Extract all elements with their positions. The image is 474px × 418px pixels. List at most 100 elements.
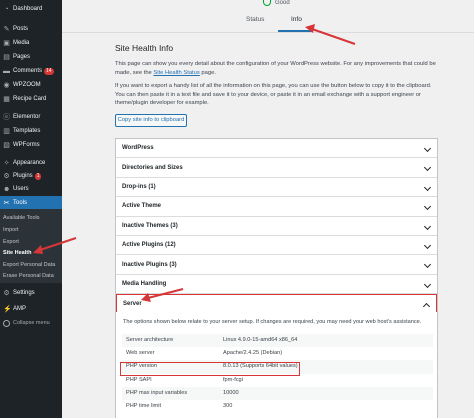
accordion-label: Drop-ins (1) [122, 183, 156, 190]
comments-icon: ▬ [3, 67, 10, 75]
row-key: Server architecture [126, 337, 174, 343]
tab-status[interactable]: Status [246, 16, 264, 23]
plugins-icon: ⚙ [3, 172, 10, 180]
sidebar-item-elementor[interactable]: ⓔ Elementor [0, 110, 62, 124]
sidebar-item-wpzoom[interactable]: ◉ WPZOOM [0, 78, 62, 92]
accordion-media-handling[interactable]: Media Handling [116, 275, 437, 295]
tools-icon: ✂ [3, 199, 10, 207]
sidebar-item-pages[interactable]: ▤ Pages [0, 50, 62, 64]
sidebar-item-plugins[interactable]: ⚙ Plugins 1 [0, 169, 62, 183]
submenu-export-personal-data[interactable]: Export Personal Data [3, 262, 55, 268]
submenu-erase-personal-data[interactable]: Erase Personal Data [3, 273, 54, 279]
sidebar-item-label: Media [13, 40, 30, 46]
sidebar-item-label: Posts [13, 26, 29, 32]
accordion-wordpress[interactable]: WordPress [116, 139, 437, 159]
sidebar-item-label: WPZOOM [13, 82, 41, 88]
row-value: Apache/2.4.25 (Debian) [223, 350, 283, 357]
accordion-inactive-themes[interactable]: Inactive Themes (3) [116, 217, 437, 236]
sidebar-item-label: Tools [13, 200, 28, 206]
submenu-export[interactable]: Export [3, 239, 19, 245]
accordion-active-plugins[interactable]: Active Plugins (12) [116, 236, 437, 256]
accordion-server[interactable]: Server [116, 294, 437, 314]
submenu-site-health[interactable]: Site Health [3, 250, 31, 256]
sidebar-item-label: Recipe Card [13, 96, 47, 102]
accordion-label: WordPress [122, 145, 154, 152]
row-key: PHP max input variables [126, 389, 188, 396]
sidebar-item-label: AMP [13, 306, 27, 312]
accordion-label: Directories and Sizes [122, 164, 183, 171]
sidebar-item-label: WPForms [13, 142, 40, 148]
admin-sidebar: ◔ Dashboard ✎ Posts ▣ Media ▤ Pages ▬ Comment… [0, 0, 62, 418]
wpforms-icon: ▧ [3, 141, 10, 149]
row-key: PHP time limit [126, 402, 162, 409]
intro-paragraph: This page can show you every detail abou… [115, 60, 440, 77]
table-row: PHP max input variables 10000 [122, 386, 433, 400]
row-value: fpm-fcgi [223, 376, 243, 383]
users-icon: ☻ [3, 185, 11, 193]
templates-icon: ▥ [3, 127, 10, 135]
copy-site-info-button[interactable]: Copy site info to clipboard [115, 114, 187, 127]
intro-text-see: see the [132, 69, 152, 76]
sidebar-item-templates[interactable]: ▥ Templates [0, 124, 62, 138]
accordion-directories-and-sizes[interactable]: Directories and Sizes [116, 158, 437, 178]
sidebar-item-label: Plugins [13, 173, 33, 179]
pages-icon: ▤ [3, 53, 10, 61]
sidebar-item-comments[interactable]: ▬ Comments 14 [0, 64, 62, 78]
chevron-down-icon [423, 203, 432, 211]
accordion-drop-ins[interactable]: Drop-ins (1) [116, 178, 437, 198]
collapse-menu-label: Collapse menu [13, 320, 50, 326]
sidebar-item-appearance[interactable]: ✧ Appearance [0, 156, 62, 170]
accordion-label: Media Handling [122, 280, 167, 287]
accordion-label: Inactive Plugins (3) [122, 261, 177, 268]
health-status-circle [263, 0, 271, 6]
app-root: ◔ Dashboard ✎ Posts ▣ Media ▤ Pages ▬ Comment… [0, 0, 474, 418]
recipe-card-icon: ▦ [3, 95, 10, 103]
accordion-label: Active Plugins (12) [122, 242, 176, 249]
health-status-label: Good [275, 0, 290, 6]
amp-icon: ⚡ [3, 305, 12, 313]
submenu-available-tools[interactable]: Available Tools [3, 215, 40, 221]
accordion-active-theme[interactable]: Active Theme [116, 197, 437, 217]
chevron-down-icon [423, 222, 432, 230]
header-divider [62, 32, 474, 33]
settings-icon: ⚙ [3, 289, 10, 297]
sidebar-item-wpforms[interactable]: ▧ WPForms [0, 138, 62, 152]
sidebar-item-dashboard[interactable]: ◔ Dashboard [0, 2, 62, 16]
dashboard-icon: ◔ [4, 5, 9, 13]
sidebar-item-label: Templates [13, 128, 41, 134]
chevron-down-icon [423, 280, 432, 288]
collapse-menu-button[interactable]: Collapse menu [0, 317, 62, 329]
sidebar-item-label: Settings [13, 290, 35, 296]
sidebar-item-recipe-card[interactable]: ▦ Recipe Card [0, 92, 62, 106]
sidebar-item-amp[interactable]: ⚡ AMP [0, 302, 62, 316]
php-version-highlight-box [120, 362, 300, 376]
submenu-import[interactable]: Import [3, 227, 19, 233]
elementor-icon: ⓔ [3, 113, 10, 121]
table-row: Web server Apache/2.4.25 (Debian) [122, 347, 433, 360]
row-value: Linux 4.9.0-15-amd64 x86_64 [223, 337, 298, 343]
plugins-update-badge: 1 [34, 172, 42, 180]
server-description: The options shown below relate to your s… [123, 319, 422, 325]
site-health-status-link[interactable]: Site Health Status [153, 70, 199, 76]
media-icon: ▣ [3, 39, 10, 47]
intro-text-end: page. [201, 69, 216, 76]
accordion-label: Active Theme [122, 203, 162, 210]
row-key: PHP SAPI [126, 376, 152, 383]
sidebar-item-settings[interactable]: ⚙ Settings [0, 286, 62, 300]
sidebar-item-label: Users [13, 186, 29, 192]
chevron-down-icon [423, 164, 432, 172]
wpzoom-icon: ◉ [3, 81, 10, 89]
row-value: 300 [223, 402, 233, 409]
sidebar-item-posts[interactable]: ✎ Posts [0, 22, 62, 36]
sidebar-item-users[interactable]: ☻ Users [0, 182, 62, 196]
table-row: PHP time limit 300 [122, 400, 433, 413]
collapse-icon [3, 319, 10, 327]
posts-icon: ✎ [3, 25, 10, 33]
tab-info[interactable]: Info [291, 16, 302, 23]
sidebar-item-tools[interactable]: ✂ Tools [0, 196, 62, 210]
comments-count-badge: 14 [44, 67, 54, 75]
table-row: Server architecture Linux 4.9.0-15-amd64 … [122, 334, 433, 348]
chevron-down-icon [423, 241, 432, 249]
sidebar-item-media[interactable]: ▣ Media [0, 36, 62, 50]
accordion-inactive-plugins[interactable]: Inactive Plugins (3) [116, 255, 437, 275]
